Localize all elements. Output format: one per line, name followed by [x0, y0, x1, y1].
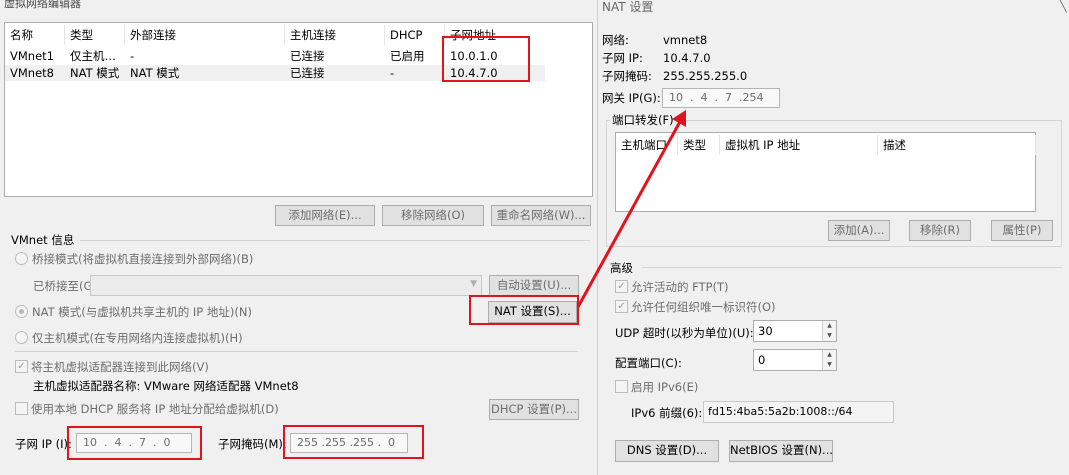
screenshot-root: 虚拟网络编辑器 名称 类型 外部连接 主机连接 DHCP 子网地址 VMnet1…: [0, 0, 1069, 475]
annotation-arrow: [576, 110, 686, 308]
